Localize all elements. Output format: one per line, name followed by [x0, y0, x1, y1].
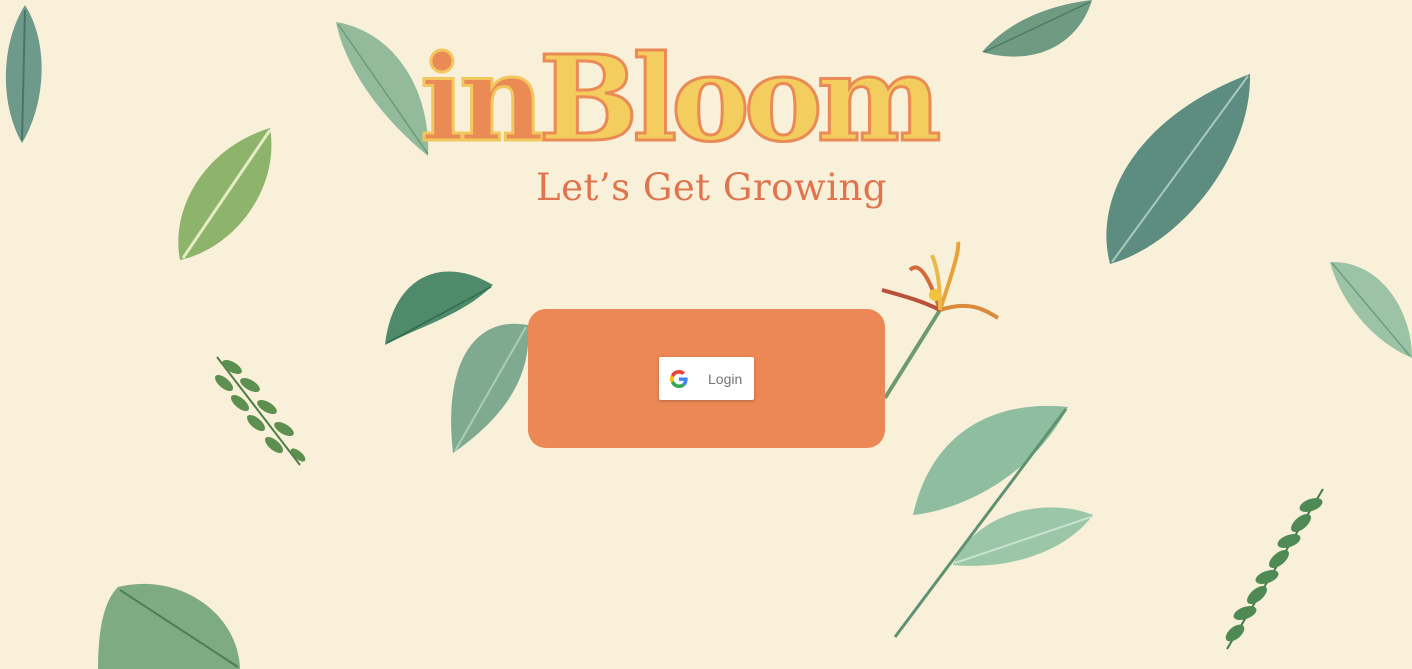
google-login-button[interactable]: Login [659, 357, 754, 400]
logo-word-part-in: in [419, 29, 547, 168]
leaf-illustration-top-left [0, 5, 50, 145]
leaf-illustration-center-left [383, 255, 533, 455]
leaf-illustration-lower-center-right [893, 405, 1098, 640]
google-login-label: Login [708, 371, 743, 387]
leaf-illustration-bottom-left [98, 582, 243, 669]
logo-word-part-bloom: Bloom [537, 29, 943, 168]
logo-wordmark: inBloom [419, 38, 943, 159]
leaf-illustration-right-edge [1330, 260, 1412, 360]
fern-illustration-right [1215, 487, 1327, 652]
leaf-illustration-upper-left [175, 128, 275, 263]
leaf-illustration-right-upper [1102, 74, 1252, 266]
flower-illustration [880, 240, 1000, 400]
fern-illustration-left [212, 355, 307, 467]
google-icon [670, 370, 688, 388]
login-card: Login [528, 309, 885, 448]
logo-tagline: Let’s Get Growing [536, 166, 887, 209]
app-logo: inBloom Let’s Get Growing [419, 38, 1000, 220]
